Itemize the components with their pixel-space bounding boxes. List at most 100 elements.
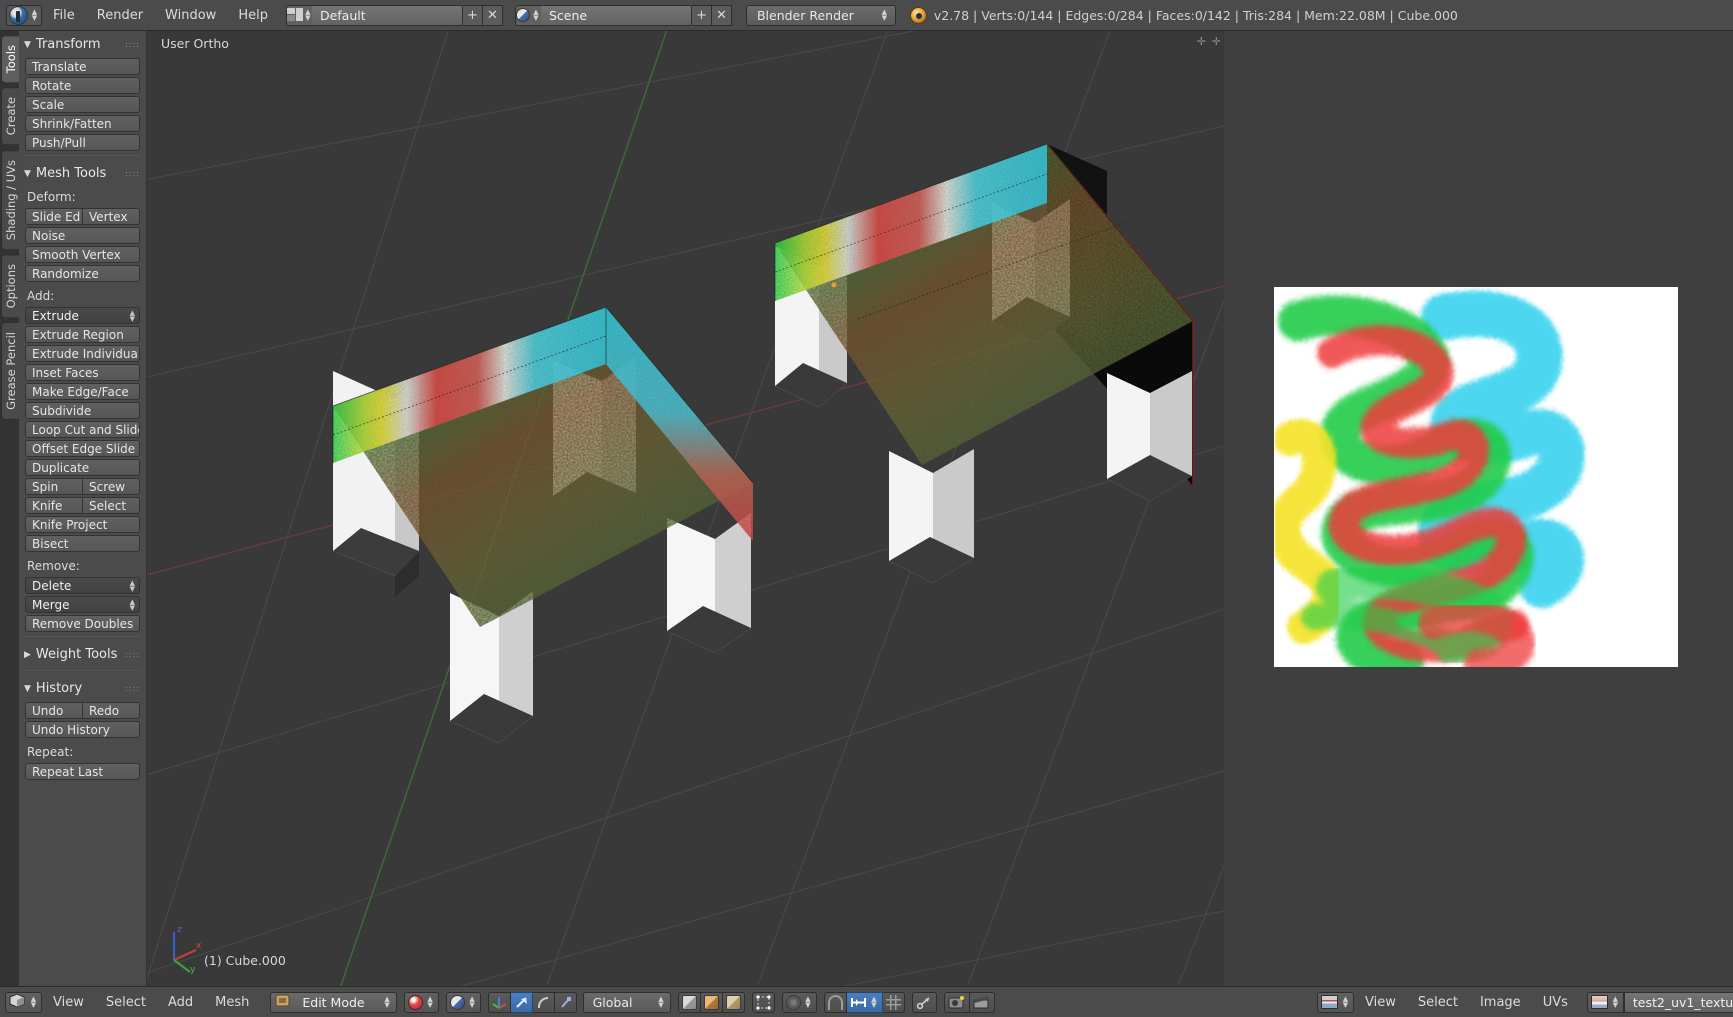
view3d-menu-add[interactable]: Add [157,992,204,1013]
tool-subdivide[interactable]: Subdivide [25,402,140,419]
tool-bisect[interactable]: Bisect [25,535,140,552]
translate-manipulator-button[interactable] [510,991,533,1013]
tool-remove-doubles[interactable]: Remove Doubles [25,615,140,632]
manipulator-toggle-button[interactable] [487,991,511,1013]
uv-menu-select[interactable]: Select [1407,992,1469,1013]
transform-orientation-selector[interactable]: Global ▲ ▼ [582,991,671,1013]
tool-knife[interactable]: Knife [25,497,83,514]
uv-menu-image[interactable]: Image [1469,992,1532,1013]
tool-knife-project[interactable]: Knife Project [25,516,140,533]
image-datablock-browse-button[interactable]: ▲ ▼ [1586,991,1624,1013]
tool-extrude-region[interactable]: Extrude Region [25,326,140,343]
viewport-view-label: User Ortho [161,36,229,51]
proportional-edit-button[interactable]: ▲ ▼ [781,991,817,1013]
image-name-field[interactable]: test2_uv1_texture.p... [1623,991,1733,1013]
menu-window[interactable]: Window [154,5,227,26]
toolshelf: ▼ Transform :::: Translate Rotate Scale … [19,31,147,986]
tool-undo-history[interactable]: Undo History [25,721,140,738]
tool-inset-faces[interactable]: Inset Faces [25,364,140,381]
tool-extrude-dropdown[interactable]: Extrude ▲ ▼ [25,307,140,324]
panel-header-history[interactable]: ▼ History :::: [19,675,146,700]
scene-name[interactable]: Scene [540,5,691,25]
tool-undo[interactable]: Undo [25,702,83,719]
add-screen-layout-button[interactable]: + [462,4,483,26]
vertex-select-mode-button[interactable] [677,991,701,1013]
tool-randomize[interactable]: Randomize [25,265,140,282]
toolshelf-tab-tools[interactable]: Tools [1,35,19,84]
tool-translate[interactable]: Translate [25,58,140,75]
limit-selection-visible-button[interactable] [751,991,775,1013]
3d-view-header: ▲ ▼ View Select Add Mesh Edit Mode ▲ ▼ ▲ ▼ … [0,986,1224,1017]
menu-file[interactable]: File [42,5,86,26]
chevron-updown-icon: ▲ ▼ [1612,995,1619,1009]
viewport-corner-widget-tl[interactable]: ✛ [1197,35,1206,48]
toolshelf-tab-grease-pencil[interactable]: Grease Pencil [1,322,19,420]
tool-slide-vertex[interactable]: Vertex [83,208,140,225]
view3d-menu-mesh[interactable]: Mesh [204,992,260,1013]
interaction-mode-selector[interactable]: Edit Mode ▲ ▼ [270,991,397,1013]
tool-make-edge-face[interactable]: Make Edge/Face [25,383,140,400]
tool-shrink-fatten[interactable]: Shrink/Fatten [25,115,140,132]
tool-screw[interactable]: Screw [83,478,140,495]
scale-manipulator-button[interactable] [554,991,577,1013]
snap-toggle-button[interactable] [823,991,847,1013]
tool-duplicate[interactable]: Duplicate [25,459,140,476]
uv-menu-view[interactable]: View [1354,992,1407,1013]
scene-selector[interactable]: ▲ ▼ Scene [514,4,692,26]
viewport-shading-selector[interactable]: ▲ ▼ [403,991,439,1013]
rotate-manipulator-button[interactable] [532,991,555,1013]
delete-scene-button[interactable]: ✕ [711,4,732,26]
tool-delete-dropdown[interactable]: Delete ▲ ▼ [25,577,140,594]
tool-rotate[interactable]: Rotate [25,77,140,94]
render-image-button[interactable] [943,991,970,1013]
3d-viewport[interactable]: User Ortho (1) Cube.000 z x y ✛ ✛ [147,31,1224,986]
render-preview-button[interactable]: ▲ ▼ [445,991,481,1013]
tool-smooth-vertex[interactable]: Smooth Vertex [25,246,140,263]
panel-header-weight-tools[interactable]: ▶ Weight Tools :::: [19,641,146,666]
render-animation-button[interactable] [969,991,995,1013]
delete-screen-layout-button[interactable]: ✕ [482,4,503,26]
uv-image-editor[interactable] [1224,31,1733,986]
panel-header-mesh-tools[interactable]: ▼ Mesh Tools :::: [19,160,146,185]
tool-redo[interactable]: Redo [83,702,140,719]
face-select-mode-button[interactable] [722,991,745,1013]
tool-merge-dropdown[interactable]: Merge ▲ ▼ [25,596,140,613]
editor-type-selector-3dview[interactable]: ▲ ▼ [5,991,42,1013]
editor-type-selector-info[interactable]: ▲ ▼ [6,4,42,26]
tool-push-pull[interactable]: Push/Pull [25,134,140,151]
proportional-edit-icon [785,994,801,1010]
label-repeat: Repeat: [27,745,74,759]
snap-element-button[interactable]: ▲ ▼ [846,991,883,1013]
tool-repeat-last[interactable]: Repeat Last [25,763,140,780]
tool-offset-edge-slide[interactable]: Offset Edge Slide [25,440,140,457]
panel-header-transform[interactable]: ▼ Transform :::: [19,31,146,56]
tool-knife-select[interactable]: Select [83,497,140,514]
toolshelf-tab-create[interactable]: Create [1,87,19,146]
viewport-shading-button[interactable]: ▲ ▼ [403,991,439,1013]
menu-help[interactable]: Help [227,5,279,26]
editor-type-selector-uv[interactable]: ▲ ▼ [1317,991,1354,1013]
viewport-corner-widget-tr[interactable]: ✛ [1212,35,1221,48]
tool-extrude-individual[interactable]: Extrude Individual [25,345,140,362]
add-scene-button[interactable]: + [691,4,712,26]
toolshelf-tab-shading-uvs[interactable]: Shading / UVs [1,149,19,250]
viewport-grid [147,31,1224,986]
screen-layout-selector[interactable]: ▲ ▼ Default [285,4,463,26]
menu-render[interactable]: Render [86,5,154,26]
tool-spin[interactable]: Spin [25,478,83,495]
scene-status-icon [909,6,927,24]
render-engine-selector[interactable]: Blender Render ▲ ▼ [745,4,896,26]
render-preview-selector[interactable]: ▲ ▼ [445,991,481,1013]
uv-menu-uvs[interactable]: UVs [1532,992,1579,1013]
view3d-menu-select[interactable]: Select [95,992,157,1013]
snap-target-button[interactable] [882,991,905,1013]
toolshelf-tab-options[interactable]: Options [1,253,19,319]
pivot-point-button[interactable] [911,991,937,1013]
edge-select-mode-button[interactable] [700,991,723,1013]
tool-loop-cut-and-slide[interactable]: Loop Cut and Slide [25,421,140,438]
tool-scale[interactable]: Scale [25,96,140,113]
tool-slide-edge[interactable]: Slide Ed [25,208,83,225]
view3d-menu-view[interactable]: View [42,992,95,1013]
screen-layout-name[interactable]: Default [311,5,462,25]
tool-noise[interactable]: Noise [25,227,140,244]
